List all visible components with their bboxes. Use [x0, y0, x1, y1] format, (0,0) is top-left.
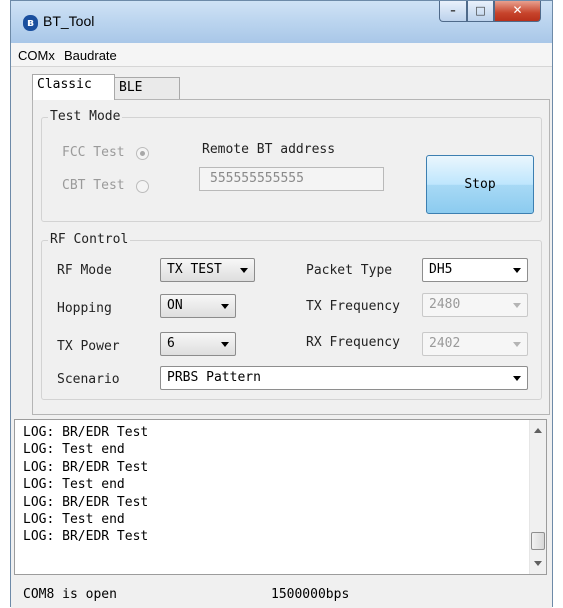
log-textarea[interactable]: LOG: BR/EDR Test LOG: Test end LOG: BR/E… [14, 419, 547, 575]
chevron-down-icon [513, 342, 521, 347]
scroll-down-arrow-icon[interactable] [534, 561, 542, 566]
status-bar: COM8 is open 1500000bps [11, 579, 552, 608]
bluetooth-icon: ʙ [23, 15, 38, 31]
rf-control-group: RF Control RF Mode TX TEST Hopping ON TX… [41, 232, 542, 400]
stop-button[interactable]: Stop [426, 155, 534, 214]
menu-comx[interactable]: COMx [18, 48, 55, 63]
rf-mode-label: RF Mode [57, 263, 112, 278]
tx-power-select[interactable]: 6 [160, 332, 236, 356]
app-window: ʙ BT_Tool – □ ✕ COMx Baudrate Classic BL… [10, 0, 553, 608]
hopping-select[interactable]: ON [160, 294, 236, 318]
title-bar[interactable]: ʙ BT_Tool – □ ✕ [11, 1, 552, 43]
menu-baudrate[interactable]: Baudrate [64, 48, 117, 63]
remote-bt-address-label: Remote BT address [202, 142, 336, 157]
cbt-test-radio[interactable] [136, 180, 149, 193]
packet-type-select[interactable]: DH5 [422, 258, 528, 282]
hopping-value: ON [167, 298, 183, 313]
log-scrollbar[interactable] [529, 420, 546, 574]
rf-mode-select[interactable]: TX TEST [160, 258, 255, 282]
log-line: LOG: BR/EDR Test [23, 425, 149, 440]
close-icon: ✕ [512, 3, 523, 17]
log-line: LOG: BR/EDR Test [23, 494, 149, 510]
tx-power-value: 6 [167, 336, 175, 351]
packet-type-label: Packet Type [306, 263, 393, 278]
tx-frequency-value: 2480 [429, 297, 461, 312]
log-line: LOG: BR/EDR Test [23, 459, 149, 475]
tx-power-label: TX Power [57, 339, 120, 354]
log-line: LOG: Test end [23, 442, 125, 458]
chevron-down-icon [240, 268, 248, 273]
rf-mode-value: TX TEST [167, 262, 222, 277]
scenario-select[interactable]: PRBS Pattern [160, 366, 528, 390]
chevron-down-icon [513, 303, 521, 308]
minimize-button[interactable]: – [439, 1, 467, 22]
rf-control-title: RF Control [48, 232, 131, 247]
tab-classic[interactable]: Classic [32, 74, 115, 100]
scroll-up-arrow-icon[interactable] [534, 428, 542, 433]
packet-type-value: DH5 [429, 262, 453, 277]
window-title: BT_Tool [43, 13, 95, 29]
scenario-label: Scenario [57, 372, 120, 387]
chevron-down-icon [513, 376, 521, 381]
log-line: LOG: Test end [23, 477, 125, 493]
port-status: COM8 is open [23, 587, 117, 602]
rx-frequency-value: 2402 [429, 336, 461, 351]
chevron-down-icon [513, 268, 521, 273]
scenario-value: PRBS Pattern [167, 370, 261, 385]
rx-frequency-label: RX Frequency [306, 335, 400, 350]
tab-ble[interactable]: BLE [114, 77, 180, 99]
chevron-down-icon [221, 304, 229, 309]
tx-frequency-select[interactable]: 2480 [422, 293, 528, 317]
hopping-label: Hopping [57, 301, 112, 316]
test-mode-group: Test Mode FCC Test CBT Test Remote BT ad… [41, 109, 542, 222]
close-button[interactable]: ✕ [494, 1, 541, 22]
test-mode-title: Test Mode [48, 109, 123, 124]
maximize-button[interactable]: □ [467, 1, 494, 22]
tx-frequency-label: TX Frequency [306, 299, 400, 314]
rx-frequency-select[interactable]: 2402 [422, 332, 528, 356]
remote-bt-address-input[interactable]: 555555555555 [199, 167, 384, 191]
log-lines: LOG: BR/EDR Test LOG: Test end LOG: BR/E… [23, 424, 148, 546]
chevron-down-icon [221, 342, 229, 347]
scrollbar-thumb[interactable] [531, 532, 545, 550]
fcc-test-radio[interactable] [136, 147, 149, 160]
fcc-test-label: FCC Test [62, 145, 125, 160]
cbt-test-label: CBT Test [62, 178, 125, 193]
baud-status: 1500000bps [271, 587, 350, 602]
log-line: LOG: BR/EDR Test [23, 529, 149, 545]
minimize-icon: – [450, 4, 456, 17]
log-line: LOG: Test end [23, 512, 125, 528]
classic-tab-panel: Test Mode FCC Test CBT Test Remote BT ad… [32, 99, 550, 415]
menu-bar: COMx Baudrate [11, 43, 552, 67]
maximize-icon: □ [475, 4, 486, 17]
